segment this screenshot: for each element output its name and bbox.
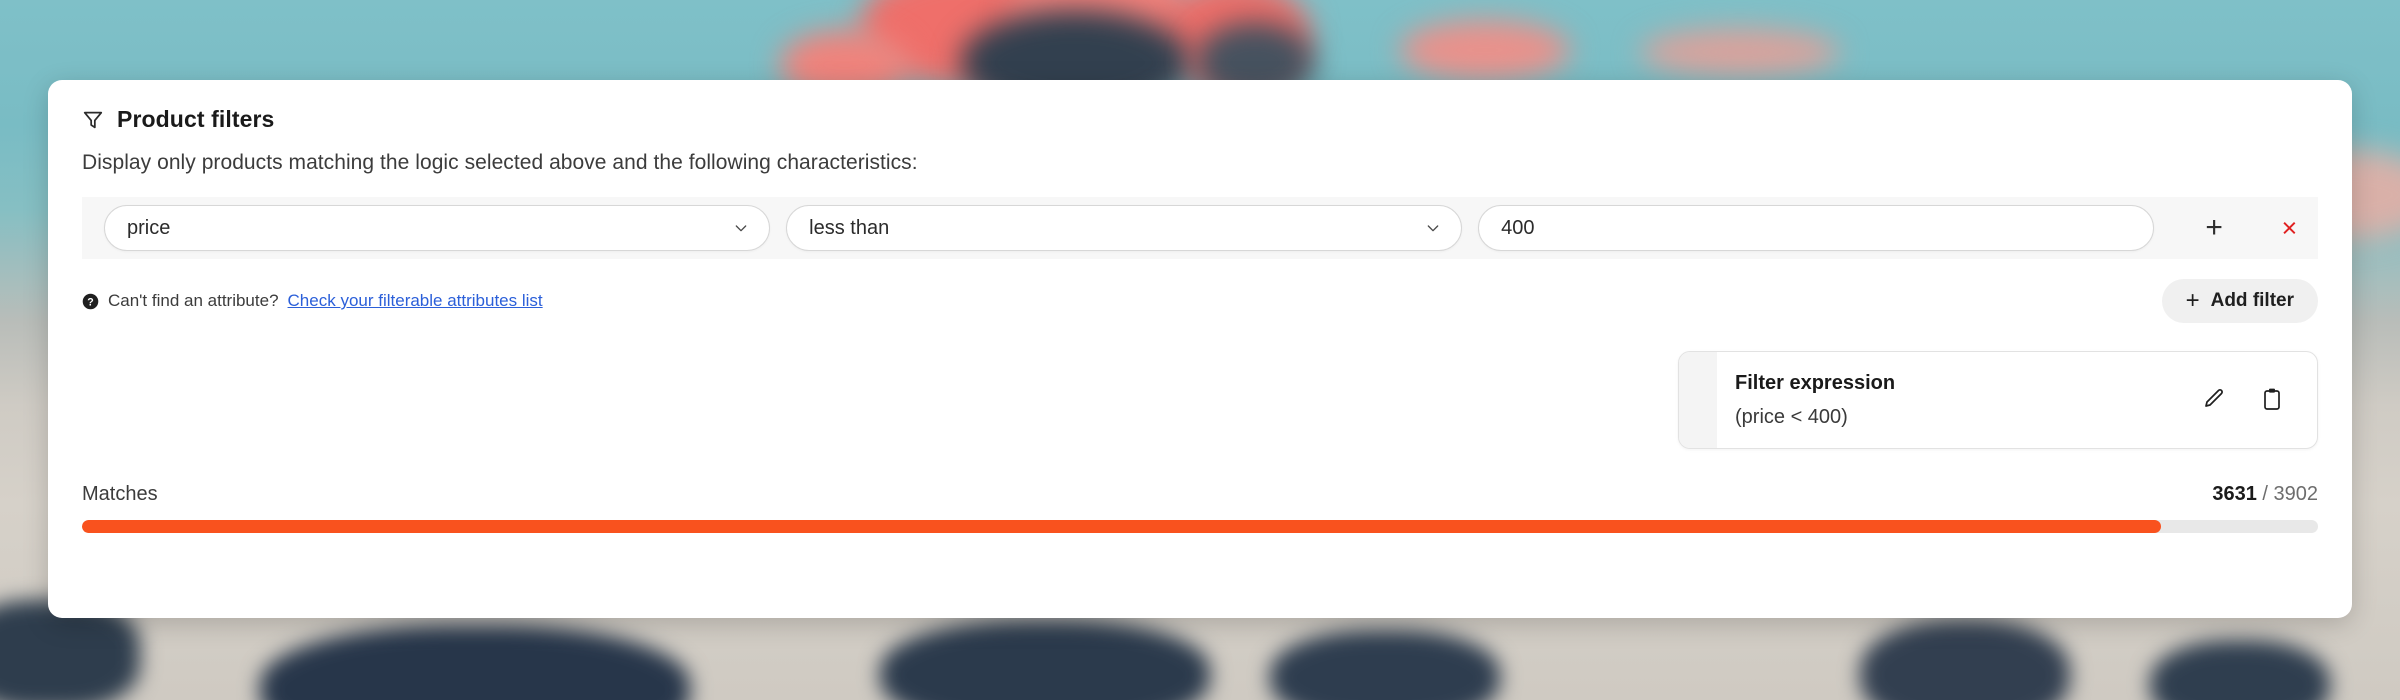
chevron-down-icon	[733, 220, 749, 236]
pencil-icon	[2202, 387, 2226, 414]
matches-count-value: 3631	[2212, 483, 2257, 505]
cloud-streak	[260, 625, 690, 700]
expression-title: Filter expression	[1735, 371, 1896, 394]
helper-text: Can't find an attribute?	[108, 291, 279, 310]
filter-expression-area: Filter expression (price < 400)	[82, 351, 2318, 449]
cloud-streak	[1270, 630, 1500, 700]
cloud-streak	[880, 620, 1210, 700]
panel-header: Product filters	[82, 106, 2318, 133]
funnel-icon	[82, 109, 104, 131]
cloud-shape	[1400, 20, 1570, 80]
copy-expression-button[interactable]	[2257, 385, 2287, 415]
expression-text-group: Filter expression (price < 400)	[1717, 372, 2199, 429]
filter-value-input[interactable]	[1478, 205, 2154, 251]
filter-expression-card: Filter expression (price < 400)	[1678, 351, 2318, 449]
help-circle-icon: ?	[82, 293, 99, 310]
matches-progress-fill	[82, 520, 2162, 533]
helper-row: ? Can't find an attribute? Check your fi…	[82, 279, 2318, 323]
expression-actions	[2199, 385, 2317, 415]
expression-accent-stripe	[1679, 352, 1717, 448]
edit-expression-button[interactable]	[2199, 385, 2229, 415]
filter-row: price less than + ×	[82, 197, 2318, 259]
matches-count: 3631 / 3902	[2212, 483, 2318, 506]
add-condition-button[interactable]: +	[2192, 205, 2237, 251]
clipboard-icon	[2260, 387, 2284, 414]
cloud-streak	[1860, 620, 2070, 700]
matches-row: Matches 3631 / 3902	[82, 483, 2318, 506]
filterable-attributes-link[interactable]: Check your filterable attributes list	[288, 291, 543, 311]
expression-value: (price < 400)	[1735, 405, 1848, 428]
add-filter-button[interactable]: + Add filter	[2161, 279, 2318, 323]
attribute-select[interactable]: price	[104, 205, 771, 251]
cloud-streak	[2150, 640, 2330, 700]
helper-left: ? Can't find an attribute? Check your fi…	[82, 291, 543, 311]
panel-description: Display only products matching the logic…	[82, 151, 918, 174]
svg-text:?: ?	[87, 296, 93, 308]
matches-label: Matches	[82, 483, 158, 505]
page-title: Product filters	[117, 106, 275, 132]
operator-select[interactable]: less than	[786, 205, 1463, 251]
plus-icon: +	[2185, 287, 2200, 314]
remove-condition-button[interactable]: ×	[2267, 205, 2312, 251]
matches-total: 3902	[2273, 483, 2319, 505]
operator-select-value: less than	[809, 216, 890, 239]
cloud-shape	[1640, 28, 1840, 76]
attribute-select-value: price	[127, 216, 171, 239]
matches-separator: /	[2256, 483, 2274, 505]
add-filter-label: Add filter	[2210, 290, 2294, 311]
product-filters-panel: Product filters Display only products ma…	[48, 80, 2352, 618]
chevron-down-icon	[1425, 220, 1441, 236]
matches-progress-track	[82, 520, 2318, 533]
